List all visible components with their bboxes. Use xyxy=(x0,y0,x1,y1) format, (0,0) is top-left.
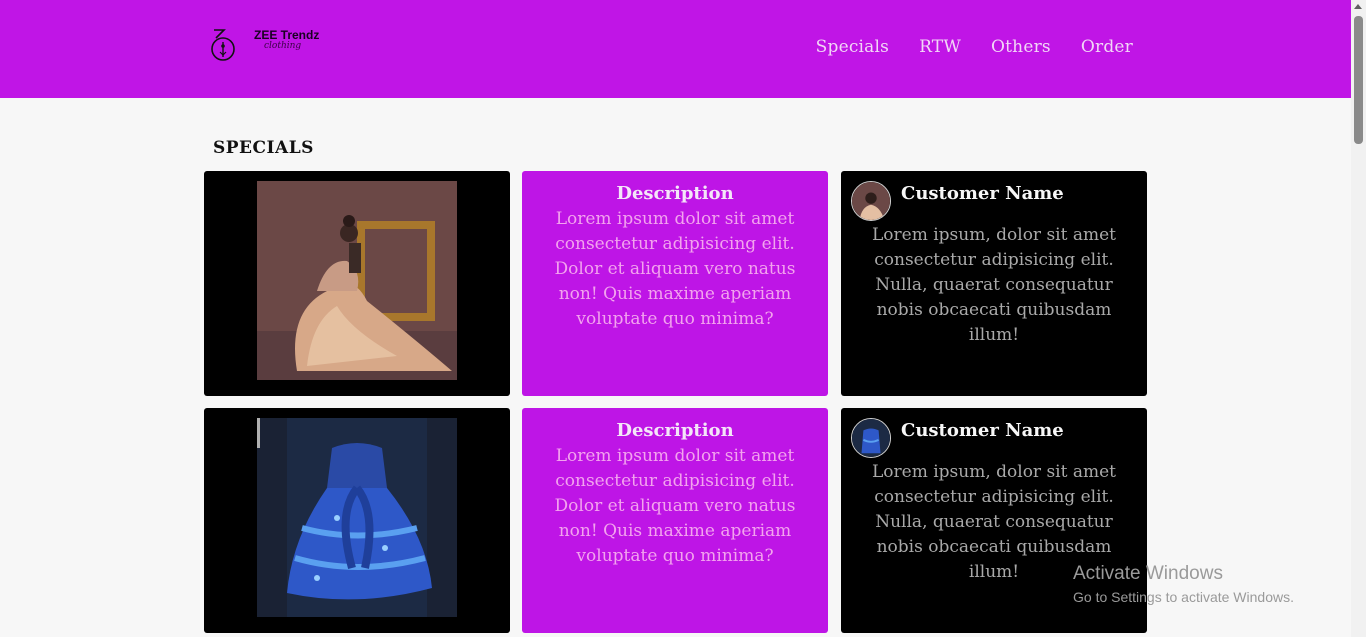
description-text: Lorem ipsum dolor sit amet consectetur a… xyxy=(554,209,796,329)
scroll-thumb[interactable] xyxy=(1354,16,1363,144)
logo-tagline: clothing xyxy=(264,41,302,51)
description-card: Description Lorem ipsum dolor sit amet c… xyxy=(522,408,828,633)
product-photo-card xyxy=(204,171,510,396)
photo-child-in-floral-gown-icon[interactable] xyxy=(257,181,457,380)
customer-avatar-icon xyxy=(851,181,891,221)
customer-name: Customer Name xyxy=(901,420,1064,441)
customer-name: Customer Name xyxy=(901,183,1064,204)
nav-link-order[interactable]: Order xyxy=(1081,37,1133,57)
photo-blue-dress-on-mannequin-icon[interactable] xyxy=(257,418,457,617)
logo-name: ZEE Trendz xyxy=(254,28,320,42)
review-card: Customer Name Lorem ipsum, dolor sit ame… xyxy=(841,171,1147,396)
nav-link-rtw[interactable]: RTW xyxy=(919,37,961,57)
nav-link-specials[interactable]: Specials xyxy=(816,37,889,57)
scroll-up-arrow-icon[interactable] xyxy=(1354,4,1362,9)
windows-activation-watermark: Activate Windows Go to Settings to activ… xyxy=(1073,563,1294,607)
activation-subtitle: Go to Settings to activate Windows. xyxy=(1073,589,1294,605)
main-nav: Specials RTW Others Order xyxy=(816,37,1133,57)
review-text: Lorem ipsum, dolor sit amet consectetur … xyxy=(871,225,1117,345)
customer-avatar-icon xyxy=(851,418,891,458)
description-title: Description xyxy=(616,420,734,441)
description-text: Lorem ipsum dolor sit amet consectetur a… xyxy=(554,446,796,566)
product-photo-card xyxy=(204,408,510,633)
brand-logo[interactable]: ZEE Trendz clothing xyxy=(208,24,328,70)
nav-link-others[interactable]: Others xyxy=(991,37,1051,57)
logo-mark-icon xyxy=(211,29,235,61)
description-card: Description Lorem ipsum dolor sit amet c… xyxy=(522,171,828,396)
section-title: SPECIALS xyxy=(213,138,314,158)
navbar: ZEE Trendz clothing Specials RTW Others … xyxy=(0,0,1351,98)
activation-title: Activate Windows xyxy=(1073,563,1223,584)
description-title: Description xyxy=(616,183,734,204)
page-scrollbar[interactable] xyxy=(1351,0,1366,637)
